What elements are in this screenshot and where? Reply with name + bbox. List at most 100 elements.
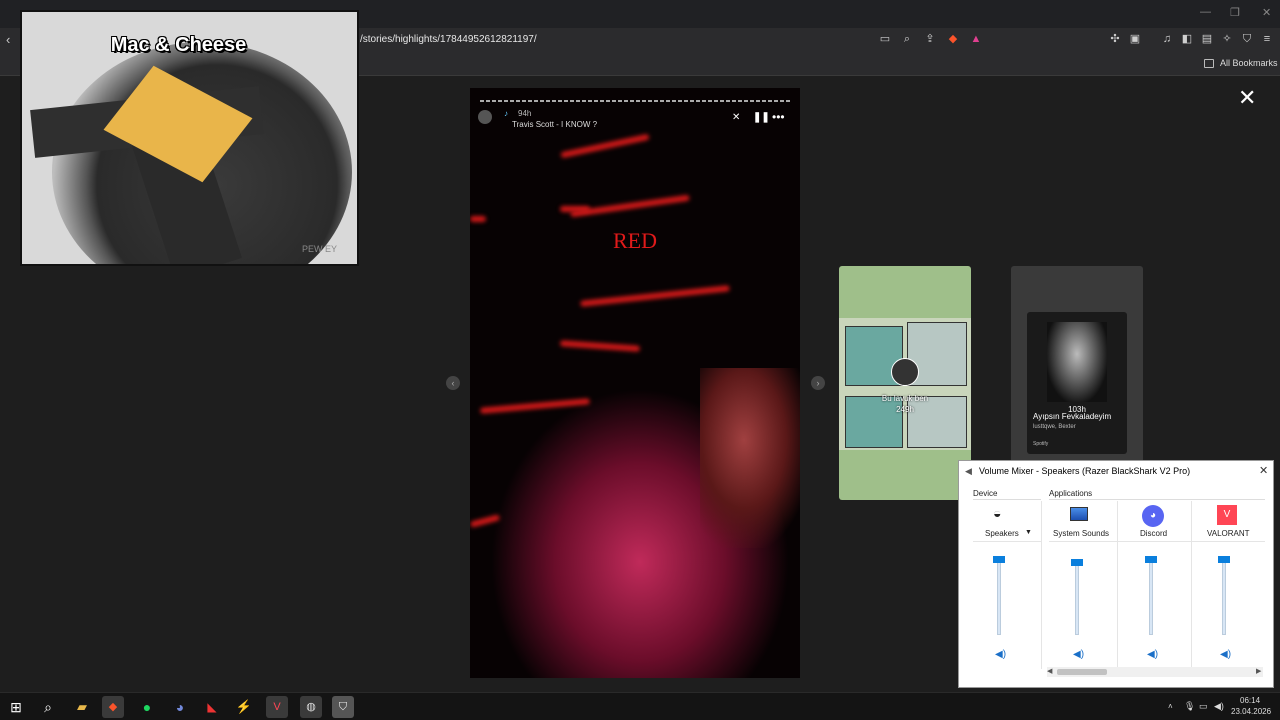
scroll-right-icon[interactable]: ▶ bbox=[1256, 667, 1261, 677]
minimize-button[interactable]: — bbox=[1200, 6, 1211, 18]
sidebar-icon[interactable]: ◧ bbox=[1180, 32, 1194, 46]
zoom-icon[interactable]: ⌕ bbox=[900, 32, 914, 46]
system-sounds-label: System Sounds bbox=[1053, 529, 1110, 538]
speaker-icon: ◀ bbox=[965, 466, 972, 476]
vpn-icon[interactable]: ⛉ bbox=[1240, 32, 1254, 46]
story-song[interactable]: Travis Scott - I KNOW ? bbox=[512, 120, 597, 129]
avatar bbox=[891, 358, 919, 386]
card-time: 249h bbox=[896, 405, 914, 414]
divider bbox=[1191, 501, 1192, 669]
divider bbox=[1117, 501, 1118, 669]
headset-icon: ◒ bbox=[993, 505, 1002, 521]
pip-watermark: PEW EY bbox=[302, 244, 338, 254]
valorant-slider-track[interactable] bbox=[1222, 559, 1226, 635]
valorant-mute-icon[interactable]: ◀) bbox=[1220, 649, 1231, 660]
system-sounds-mute-icon[interactable]: ◀) bbox=[1073, 649, 1084, 660]
network-icon[interactable]: ▭ bbox=[1199, 701, 1208, 712]
mixer-title: Volume Mixer - Speakers (Razer BlackShar… bbox=[979, 466, 1191, 476]
avatar[interactable] bbox=[478, 110, 492, 124]
song-artist: lusttqwe, Bexter bbox=[1033, 424, 1076, 430]
menu-icon[interactable]: ≡ bbox=[1260, 32, 1274, 46]
comic-panel bbox=[907, 396, 967, 448]
pip-title: Mac & Cheese bbox=[110, 34, 247, 56]
valorant-label: VALORANT bbox=[1207, 529, 1250, 538]
search-icon[interactable]: ⌕ bbox=[37, 696, 59, 718]
address-bar[interactable]: /stories/highlights/17844952612821197/ bbox=[360, 34, 537, 45]
close-story-icon[interactable]: ✕ bbox=[1238, 87, 1256, 109]
taskbar bbox=[0, 692, 1280, 720]
speakers-slider-track[interactable] bbox=[997, 559, 1001, 635]
discord-mute-icon[interactable]: ◀) bbox=[1147, 649, 1158, 660]
windows-start-icon[interactable]: ⊞ bbox=[5, 696, 27, 718]
light-streak bbox=[560, 206, 590, 212]
divider bbox=[973, 541, 1041, 542]
applications-header: Applications bbox=[1049, 489, 1093, 498]
pause-icon[interactable]: ❚❚ bbox=[753, 112, 770, 123]
screenshot-icon[interactable]: ▣ bbox=[1128, 32, 1142, 46]
valorant-slider-thumb[interactable] bbox=[1218, 556, 1230, 563]
cast-icon[interactable]: ▭ bbox=[878, 32, 892, 46]
shield-taskbar-icon[interactable]: ⛉ bbox=[332, 696, 354, 718]
brave-shield-icon[interactable]: ◆ bbox=[946, 32, 960, 46]
riot-taskbar-icon[interactable]: ◣ bbox=[201, 696, 223, 718]
microphone-icon[interactable]: 🎙 bbox=[1184, 701, 1195, 712]
mute-icon[interactable]: ✕ bbox=[732, 112, 740, 123]
scroll-left-icon[interactable]: ◀ bbox=[1047, 667, 1052, 677]
valorant-taskbar-icon[interactable]: V bbox=[266, 696, 288, 718]
back-icon[interactable]: ‹ bbox=[6, 32, 10, 47]
leo-icon[interactable]: ✧ bbox=[1220, 32, 1234, 46]
extensions-icon[interactable]: ✣ bbox=[1108, 32, 1122, 46]
tray-chevron-icon[interactable]: ˄ bbox=[1168, 702, 1173, 711]
story-face bbox=[700, 368, 800, 548]
close-mixer-button[interactable]: ✕ bbox=[1259, 464, 1268, 477]
brave-rewards-icon[interactable]: ▲ bbox=[969, 32, 983, 46]
music-icon: ♪ bbox=[504, 109, 508, 118]
divider bbox=[1041, 501, 1042, 669]
device-header: Device bbox=[973, 489, 998, 498]
story-progress-bar bbox=[480, 100, 792, 102]
light-streak bbox=[560, 133, 650, 159]
discord-slider-track[interactable] bbox=[1149, 559, 1153, 635]
system-sounds-slider-thumb[interactable] bbox=[1071, 559, 1083, 567]
file-explorer-icon[interactable]: ▰ bbox=[71, 696, 93, 718]
kick-taskbar-icon[interactable]: ⚡ bbox=[233, 696, 255, 718]
discord-icon: ◕ bbox=[1142, 505, 1164, 527]
folder-icon bbox=[1204, 59, 1214, 68]
share-icon[interactable]: ⇪ bbox=[923, 32, 937, 46]
light-streak bbox=[580, 285, 730, 307]
speakers-mute-icon[interactable]: ◀) bbox=[995, 649, 1006, 660]
system-sounds-slider-track[interactable] bbox=[1075, 559, 1079, 635]
maximize-button[interactable]: ❐ bbox=[1230, 6, 1240, 19]
divider bbox=[1049, 499, 1265, 500]
speakers-label[interactable]: Speakers bbox=[985, 529, 1019, 538]
valorant-icon: V bbox=[1217, 505, 1237, 525]
comic-panel bbox=[845, 396, 903, 448]
all-bookmarks-link[interactable]: All Bookmarks bbox=[1220, 58, 1278, 68]
pip-video[interactable]: Mac & Cheese PEW EY bbox=[20, 10, 359, 266]
story-overlay-text: RED bbox=[613, 228, 657, 253]
next-story-button[interactable]: › bbox=[811, 376, 825, 390]
spotify-taskbar-icon[interactable]: ● bbox=[136, 696, 158, 718]
story-viewer[interactable]: RED bbox=[470, 88, 800, 678]
discord-label: Discord bbox=[1140, 529, 1168, 538]
album-art bbox=[1047, 322, 1107, 402]
volume-mixer-window: Volume Mixer - Speakers (Razer BlackShar… bbox=[958, 460, 1274, 688]
discord-taskbar-icon[interactable]: ◕ bbox=[169, 696, 191, 718]
prev-story-button[interactable]: ‹ bbox=[446, 376, 460, 390]
light-streak bbox=[559, 340, 641, 352]
volume-icon[interactable]: ◀) bbox=[1214, 701, 1224, 712]
scrollbar-thumb[interactable] bbox=[1057, 669, 1107, 675]
more-icon[interactable]: ••• bbox=[772, 110, 785, 124]
app-taskbar-icon[interactable]: ◍ bbox=[300, 696, 322, 718]
brave-taskbar-icon[interactable]: ◆ bbox=[102, 696, 124, 718]
clock-time[interactable]: 06:14 bbox=[1240, 696, 1260, 705]
close-window-button[interactable]: ✕ bbox=[1262, 6, 1271, 19]
discord-slider-thumb[interactable] bbox=[1145, 556, 1157, 563]
wallet-icon[interactable]: ▤ bbox=[1200, 32, 1214, 46]
speakers-slider-thumb[interactable] bbox=[993, 556, 1005, 563]
media-icon[interactable]: ♫ bbox=[1160, 32, 1174, 46]
chevron-down-icon[interactable]: ▼ bbox=[1025, 529, 1032, 536]
story-preview-card[interactable]: Bu lavuk ben 249h bbox=[839, 266, 971, 500]
clock-date[interactable]: 23.04.2026 bbox=[1231, 707, 1271, 716]
spotify-brand: Spotify bbox=[1033, 441, 1049, 447]
